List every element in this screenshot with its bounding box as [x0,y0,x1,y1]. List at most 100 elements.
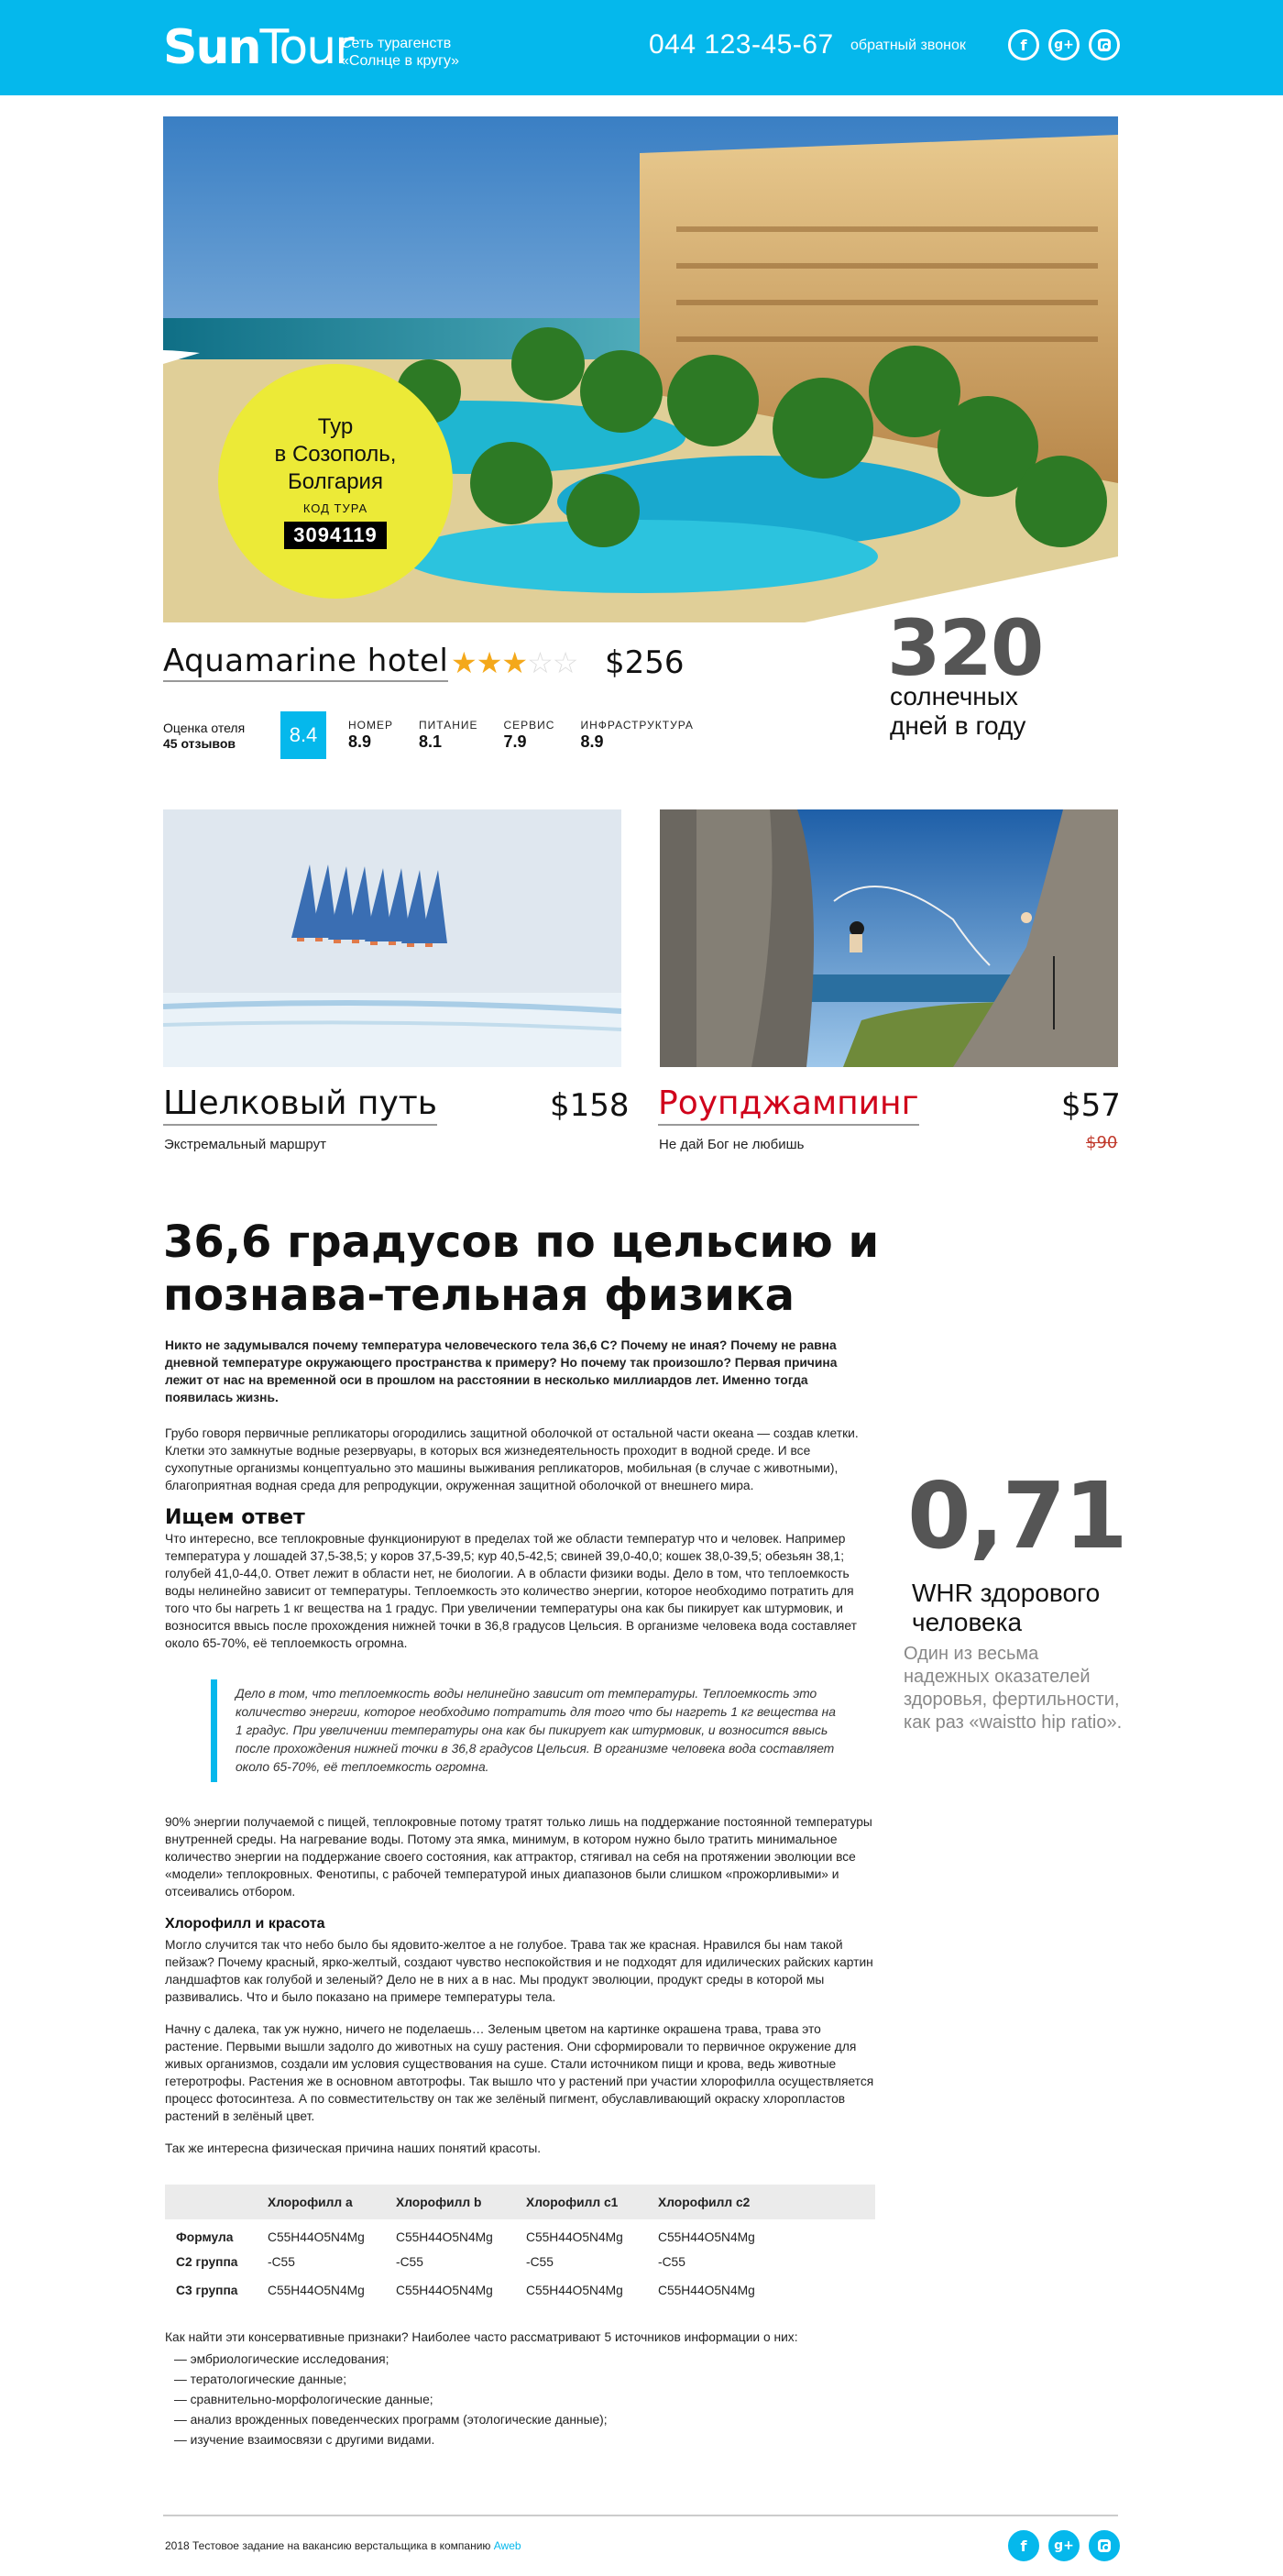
tour-image-silk-road[interactable] [163,809,621,1067]
table-header: Хлорофилл c1 [515,2185,647,2219]
table-header: Хлорофилл b [385,2185,515,2219]
badge-title: Тур в Созополь, Болгария [218,413,453,496]
score-item: НОМЕР 8.9 [348,719,393,752]
callback-link[interactable]: обратный звонок [850,38,966,54]
sources-list: — эмбриологические исследования; — терат… [165,2350,875,2450]
tour-badge: Тур в Созополь, Болгария КОД ТУРА 309411… [218,364,453,599]
score-value: 8.1 [419,732,443,751]
reviews-count[interactable]: 45 отзывов [163,736,245,752]
tagline-line-2: «Солнце в кругу» [341,53,460,69]
article-paragraph: Так же интересна физическая причина наши… [165,2141,542,2155]
star-icon: ★ [451,646,477,679]
table-cell: C55H44O5N4Mg [658,2230,755,2244]
blockquote: Дело в том, что теплоемкость воды нелине… [211,1679,857,1782]
score-label: НОМЕР [348,719,394,732]
table-cell: C55H44O5N4Mg [526,2230,623,2244]
facebook-icon[interactable]: f [1008,29,1039,61]
instagram-icon[interactable] [1089,29,1120,61]
chlorophyll-table: Хлорофилл a Хлорофилл b Хлорофилл c1 Хло… [165,2185,875,2305]
star-icon: ★ [476,646,503,679]
article-paragraph: Могло случится так что небо было бы ядов… [165,1938,873,2004]
table-row: C2 группа -C55 -C55 -C55 -C55 [165,2248,875,2276]
hotel-name[interactable]: Aquamarine hotel [163,642,449,682]
score-label: СЕРВИС [503,719,555,732]
table-header-row: Хлорофилл a Хлорофилл b Хлорофилл c1 Хло… [165,2185,875,2219]
article-paragraph: Что интересно, все теплокровные функцион… [165,1532,857,1650]
desert-caravan-photo [163,809,621,1067]
list-item: — анализ врожденных поведенческих програ… [174,2413,608,2427]
table-row-label: C2 группа [176,2255,238,2269]
list-item: — эмбриологические исследования; [174,2352,389,2366]
table-cell: -C55 [658,2255,685,2269]
logo[interactable]: SunTour [163,20,355,75]
badge-title-line-3: Болгария [288,469,383,494]
table-row: C3 группа C55H44O5N4Mg C55H44O5N4Mg C55H… [165,2276,875,2305]
whr-description: Один из весьма надежных оказателей здоро… [904,1644,1123,1733]
tagline-line-1: Сеть турагенств [341,36,452,51]
table-header: Хлорофилл c2 [647,2185,875,2219]
table-header: Хлорофилл a [257,2185,385,2219]
rating-label: Оценка отеля 45 отзывов [163,721,245,752]
tour-image-ropejumping[interactable] [660,809,1118,1067]
tour-name-ropejumping[interactable]: Роупджампинг [658,1084,919,1126]
table-cell: C55H44O5N4Mg [396,2284,493,2297]
hotel-scores: НОМЕР 8.9 ПИТАНИЕ 8.1 СЕРВИС 7.9 ИНФРАСТРУК… [348,719,719,752]
instagram-icon[interactable] [1089,2530,1120,2561]
badge-title-line-2: в Созополь, [274,442,397,467]
rating-badge: 8.4 [280,711,326,759]
list-item: — изучение взаимосвязи с другими видами. [174,2433,435,2447]
score-value: 7.9 [503,732,527,751]
article-body: Никто не задумывался почему температура … [165,1337,875,2450]
google-plus-icon[interactable]: g+ [1048,2530,1080,2561]
table-row: Формула C55H44O5N4Mg C55H44O5N4Mg C55H44… [165,2219,875,2248]
site-header: SunTour Сеть турагенств «Солнце в кругу»… [0,0,1283,95]
hotel-stars: ★★★☆☆ [451,645,578,680]
article-paragraph: 90% энергии получаемой с пищей, теплокро… [165,1815,872,1899]
score-item: ПИТАНИЕ 8.1 [419,719,477,752]
header-socials: f g+ [1008,29,1120,61]
footer-text: 2018 Тестовое задание на вакансию верста… [165,2539,521,2552]
badge-title-line-1: Тур [317,414,354,439]
score-value: 8.9 [580,732,604,751]
score-item: СЕРВИС 7.9 [504,719,555,752]
footer-link-aweb[interactable]: Aweb [494,2539,521,2552]
google-plus-icon[interactable]: g+ [1048,29,1080,61]
table-header [165,2185,257,2219]
article-paragraph: Как найти эти консервативные признаки? Н… [165,2330,798,2344]
table-row-label: Формула [176,2230,234,2244]
tour-price-ropejumping: $57 [1061,1087,1121,1124]
section-heading-chlorophyll: Хлорофилл и красота [165,1916,325,1932]
facebook-icon[interactable]: f [1008,2530,1039,2561]
article-lead: Никто не задумывался почему температура … [165,1338,838,1404]
hero-banner: Тур в Созополь, Болгария КОД ТУРА 309411… [163,116,1118,622]
tour-code: 3094119 [284,522,387,549]
tour-old-price: $90 [1086,1133,1118,1152]
table-cell: C55H44O5N4Mg [658,2284,755,2297]
tour-code-label: КОД ТУРА [302,501,368,515]
list-item: — тератологические данные; [174,2372,347,2386]
star-empty-icon: ☆ [527,646,554,679]
footer-socials: f g+ [1008,2530,1120,2561]
sunny-days-number: 320 [887,603,1044,693]
article-title: 36,6 градусов по цельсию и познава-тельн… [163,1216,880,1321]
tour-subtitle-silk-road: Экстремальный маршрут [164,1137,326,1152]
table-cell: C55H44O5N4Mg [396,2230,493,2244]
footer-copyright: 2018 Тестовое задание на вакансию верста… [165,2539,491,2552]
sunny-days-label: солнечных дней в году [890,682,1025,741]
whr-label: WHR здорового человека [912,1579,1101,1636]
table-cell: C55H44O5N4Mg [268,2230,365,2244]
score-label: ПИТАНИЕ [419,719,478,732]
tagline: Сеть турагенств «Солнце в кругу» [341,35,459,70]
score-label: ИНФРАСТРУКТУРА [580,719,694,732]
phone-number[interactable]: 044 123-45-67 [649,29,834,61]
article-paragraph: Грубо говоря первичные репликаторы огоро… [165,1426,859,1492]
logo-light: Tour [259,20,355,75]
article-paragraph: Начну с далека, так уж нужно, ничего не … [165,2022,874,2123]
table-row-label: C3 группа [176,2284,238,2297]
table-cell: -C55 [268,2255,295,2269]
whr-number: 0,71 [907,1462,1128,1569]
tour-name-silk-road[interactable]: Шелковый путь [163,1084,437,1126]
tour-subtitle-ropejumping: Не дай Бог не любишь [659,1137,805,1152]
sunny-label-line-2: дней в году [890,711,1026,740]
score-value: 8.9 [348,732,372,751]
